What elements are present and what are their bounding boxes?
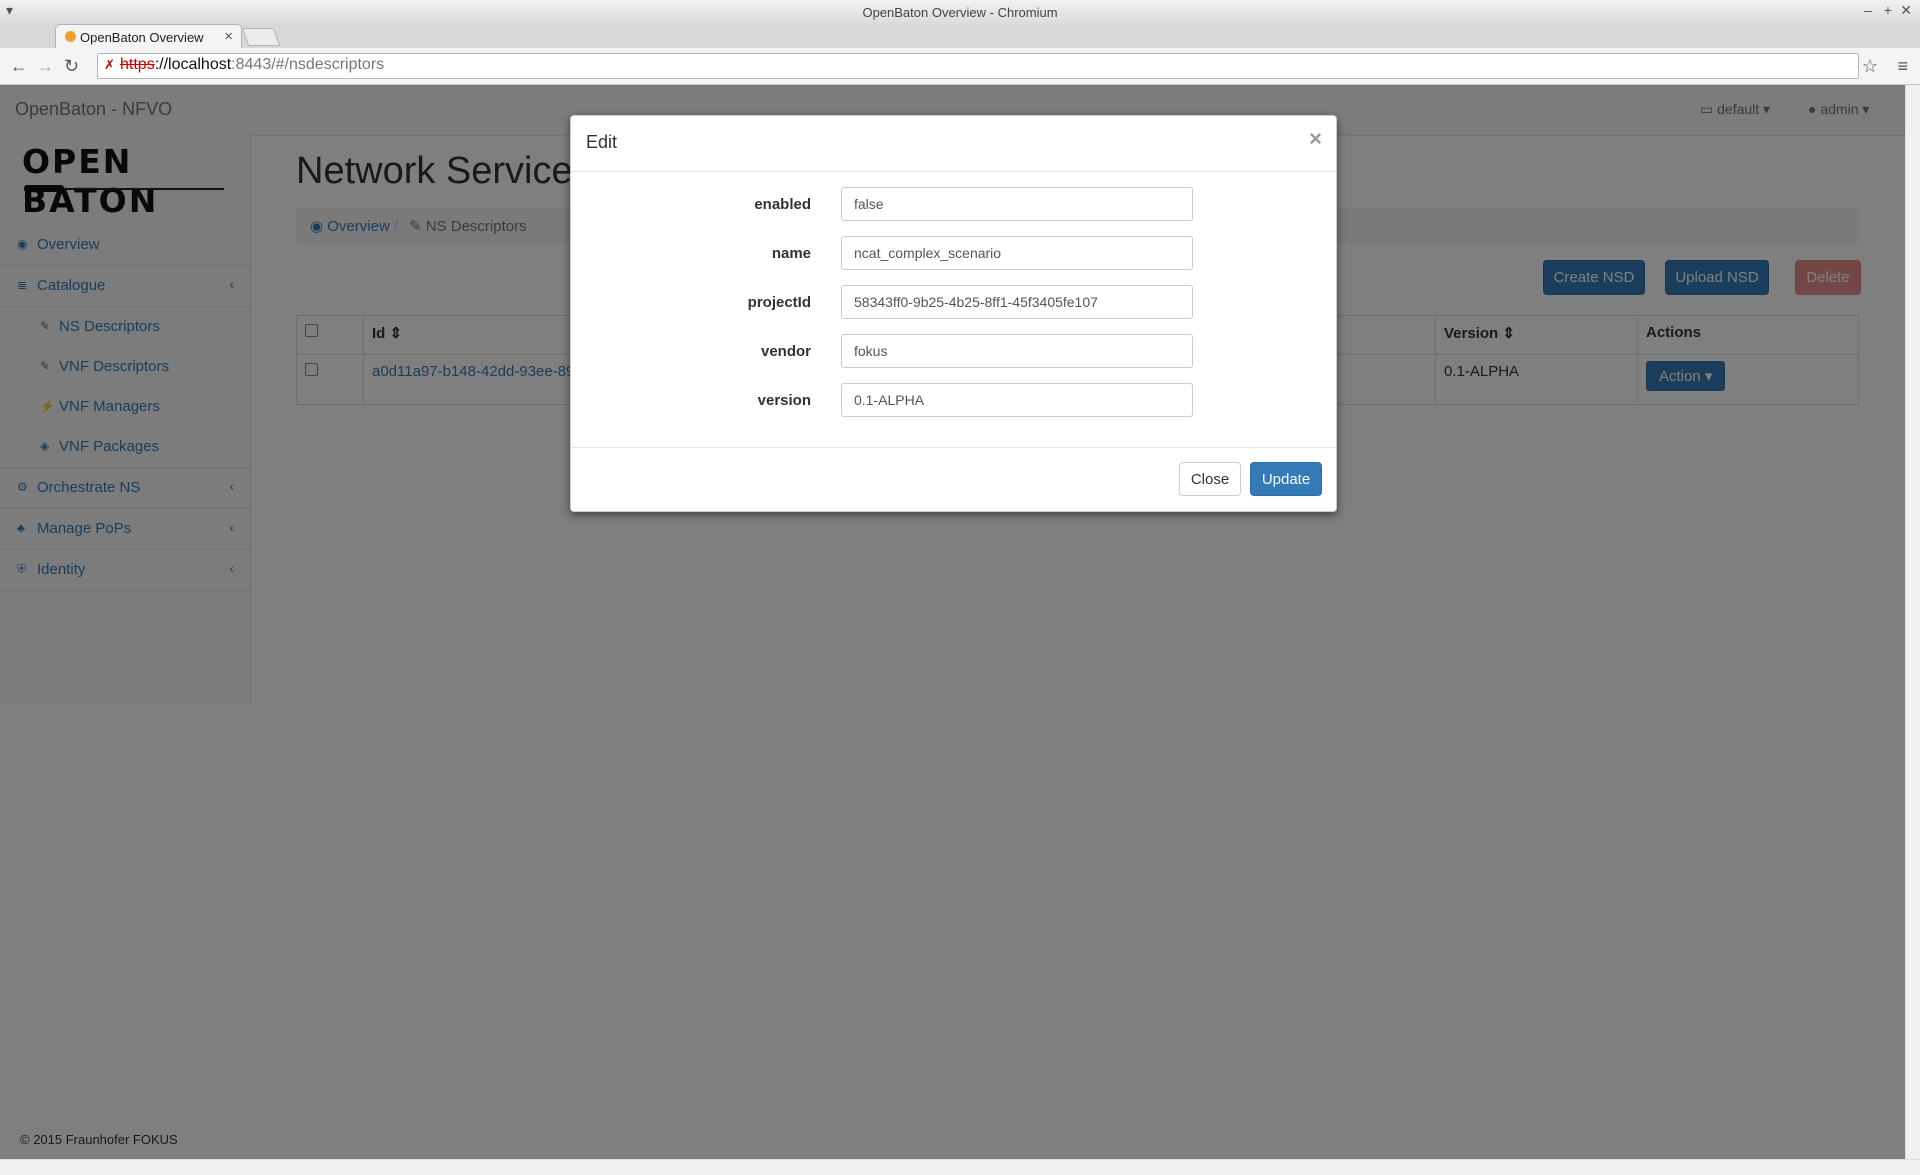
address-bar[interactable]: ✗ https://localhost:8443/#/nsdescriptors <box>97 53 1859 79</box>
url-scheme: https <box>120 56 155 73</box>
tab-label: OpenBaton Overview <box>80 30 204 45</box>
tab-strip <box>0 24 1920 49</box>
modal-header-divider <box>571 171 1336 172</box>
forward-icon[interactable]: → <box>36 56 54 77</box>
back-icon[interactable]: ← <box>10 56 28 77</box>
field-label: name <box>771 245 811 262</box>
update-button[interactable]: Update <box>1250 462 1322 496</box>
field-row-enabled: enabled <box>571 187 1336 223</box>
tab-close-icon[interactable]: × <box>224 28 233 45</box>
window-title: OpenBaton Overview - Chromium <box>862 5 1058 20</box>
vendor-field[interactable] <box>841 334 1193 368</box>
close-window-icon[interactable]: ✕ <box>1900 2 1912 19</box>
field-row-vendor: vendor <box>571 334 1336 370</box>
enabled-field[interactable] <box>841 187 1193 221</box>
maximize-icon[interactable]: + <box>1884 2 1892 18</box>
field-label: enabled <box>754 196 811 213</box>
reload-icon[interactable]: ↻ <box>64 56 79 77</box>
horizontal-scrollbar[interactable] <box>0 1159 1920 1175</box>
field-label: version <box>757 392 811 409</box>
field-row-version: version <box>571 383 1336 419</box>
modal-close-icon[interactable]: × <box>1309 126 1322 152</box>
modal-footer-divider <box>571 447 1336 448</box>
project-id-field[interactable] <box>841 285 1193 319</box>
url-host: ://localhost <box>154 56 232 73</box>
browser-tab[interactable]: OpenBaton Overview × <box>55 24 242 49</box>
url-path: :8443/#/nsdescriptors <box>231 56 385 73</box>
favicon-icon <box>65 31 76 42</box>
close-button[interactable]: Close <box>1179 462 1241 496</box>
window-titlebar: ▾ OpenBaton Overview - Chromium – + ✕ <box>0 0 1920 25</box>
minimize-icon[interactable]: – <box>1864 2 1872 18</box>
field-row-name: name <box>571 236 1336 272</box>
edit-modal: Edit × enabled name projectId vendor ver… <box>570 115 1337 512</box>
new-tab-button[interactable] <box>241 28 281 46</box>
bookmark-star-icon[interactable]: ☆ <box>1862 56 1878 77</box>
name-field[interactable] <box>841 236 1193 270</box>
modal-title: Edit <box>586 132 618 152</box>
vertical-scrollbar[interactable] <box>1905 85 1920 1159</box>
field-label: projectId <box>747 294 811 311</box>
field-label: vendor <box>760 343 811 360</box>
version-field[interactable] <box>841 383 1193 417</box>
insecure-lock-icon: ✗ <box>104 57 115 72</box>
field-row-projectid: projectId <box>571 285 1336 321</box>
browser-menu-icon[interactable]: ≡ <box>1897 56 1908 77</box>
